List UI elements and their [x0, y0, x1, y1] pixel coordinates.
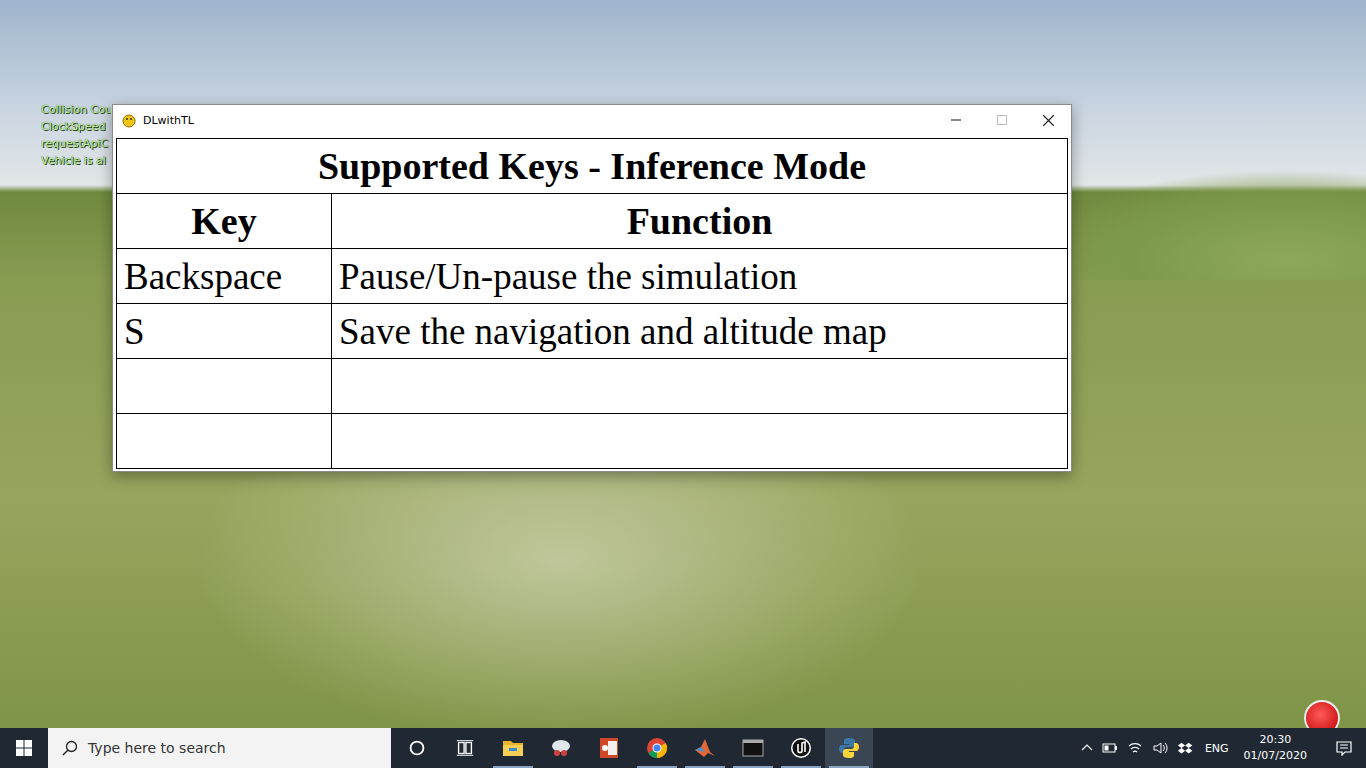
taskbar: Type here to search ENG 20:3001/07/2020 [0, 728, 1366, 768]
notification-icon [1336, 740, 1352, 756]
close-button[interactable] [1025, 105, 1071, 135]
search-box[interactable]: Type here to search [48, 728, 391, 768]
taskbar-app[interactable] [633, 728, 681, 768]
task-view-icon [454, 737, 476, 759]
table-title: Supported Keys - Inference Mode [117, 139, 1068, 194]
app-window[interactable]: DLwithTL Supported Keys - Inference ModeK… [112, 104, 1072, 472]
time: 20:30 [1259, 732, 1291, 748]
key-cell [117, 359, 332, 414]
key-cell: Backspace [117, 249, 332, 304]
key-cell [117, 414, 332, 469]
column-header: Function [332, 194, 1068, 249]
running-indicator [397, 766, 437, 768]
debug-line: ClockSpeed [41, 118, 111, 135]
system-tray: ENG 20:3001/07/2020 [1081, 728, 1366, 768]
python-icon [837, 736, 861, 760]
language-indicator[interactable]: ENG [1205, 742, 1229, 755]
screen: Collision CouClockSpeedrequestApiCVehicl… [0, 0, 1366, 768]
function-cell [332, 359, 1068, 414]
running-indicator [445, 766, 485, 768]
chrome-icon [645, 736, 669, 760]
taskbar-app[interactable] [777, 728, 825, 768]
snipping-icon [549, 736, 573, 760]
window-controls [933, 105, 1071, 135]
running-indicator [541, 766, 581, 768]
start-button[interactable] [0, 728, 48, 768]
keys-table: Supported Keys - Inference ModeKeyFuncti… [116, 138, 1068, 469]
running-indicator [589, 766, 629, 768]
hills [1066, 150, 1366, 280]
minimize-icon [951, 115, 961, 125]
simulation-view: Collision CouClockSpeedrequestApiCVehicl… [0, 0, 1366, 728]
column-header: Key [117, 194, 332, 249]
table-header-row: KeyFunction [117, 194, 1068, 249]
function-cell: Pause/Un-pause the simulation [332, 249, 1068, 304]
close-icon [1043, 115, 1054, 126]
terminal-icon [741, 736, 765, 760]
taskbar-app[interactable] [681, 728, 729, 768]
running-indicator [637, 766, 677, 768]
notification-button[interactable] [1322, 728, 1366, 768]
table-row: SSave the navigation and altitude map [117, 304, 1068, 359]
taskbar-apps [393, 728, 873, 768]
unreal-icon [789, 736, 813, 760]
search-placeholder: Type here to search [88, 740, 226, 756]
table-row: BackspacePause/Un-pause the simulation [117, 249, 1068, 304]
title-bar[interactable]: DLwithTL [113, 105, 1071, 135]
clock[interactable]: 20:3001/07/2020 [1238, 732, 1313, 764]
maximize-button [979, 105, 1025, 135]
battery-icon[interactable] [1102, 742, 1118, 754]
pygame-icon [121, 112, 137, 128]
taskbar-app[interactable] [825, 728, 873, 768]
debug-line: Vehicle is al [41, 152, 111, 169]
windows-icon [16, 740, 32, 756]
taskbar-app[interactable] [441, 728, 489, 768]
taskbar-app[interactable] [585, 728, 633, 768]
running-indicator [493, 766, 533, 768]
record-button[interactable] [1304, 700, 1340, 728]
table-row [117, 414, 1068, 469]
matlab-icon [693, 736, 717, 760]
taskbar-app[interactable] [729, 728, 777, 768]
chevron-up-icon[interactable] [1081, 742, 1093, 754]
running-indicator [829, 766, 869, 768]
taskbar-app[interactable] [393, 728, 441, 768]
minimize-button[interactable] [933, 105, 979, 135]
table-title-row: Supported Keys - Inference Mode [117, 139, 1068, 194]
running-indicator [781, 766, 821, 768]
taskbar-app[interactable] [489, 728, 537, 768]
maximize-icon [997, 115, 1007, 125]
taskbar-app[interactable] [537, 728, 585, 768]
powerpoint-icon [597, 736, 621, 760]
cortana-icon [406, 737, 428, 759]
function-cell: Save the navigation and altitude map [332, 304, 1068, 359]
window-title: DLwithTL [143, 114, 194, 127]
date: 01/07/2020 [1244, 748, 1307, 764]
folder-icon [501, 736, 525, 760]
debug-overlay: Collision CouClockSpeedrequestApiCVehicl… [41, 101, 111, 169]
window-content: Supported Keys - Inference ModeKeyFuncti… [113, 135, 1071, 471]
debug-line: requestApiC [41, 135, 111, 152]
debug-line: Collision Cou [41, 101, 111, 118]
running-indicator [685, 766, 725, 768]
function-cell [332, 414, 1068, 469]
table-row [117, 359, 1068, 414]
running-indicator [733, 766, 773, 768]
dropbox-icon[interactable] [1177, 740, 1193, 756]
wifi-icon[interactable] [1127, 740, 1143, 756]
volume-icon[interactable] [1152, 740, 1168, 756]
key-cell: S [117, 304, 332, 359]
search-icon [62, 740, 78, 756]
